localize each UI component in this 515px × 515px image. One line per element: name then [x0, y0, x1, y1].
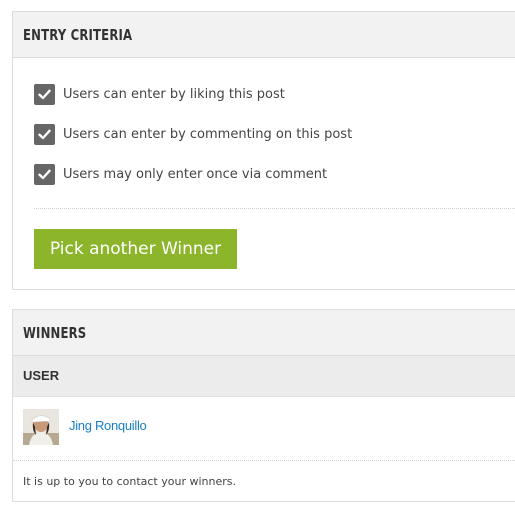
user-avatar[interactable] [23, 409, 59, 445]
entry-criteria-panel: ENTRY CRITERIA Users can enter by liking… [12, 11, 515, 290]
criteria-item-once[interactable]: Users may only enter once via comment [34, 163, 327, 185]
criteria-item-like[interactable]: Users can enter by liking this post [34, 83, 285, 105]
winners-title: WINNERS [23, 324, 87, 342]
winners-panel: WINNERS USER Jing Ronquillo It is up to … [12, 309, 515, 502]
table-header: USER [13, 356, 515, 397]
divider [34, 208, 515, 209]
entry-criteria-header: ENTRY CRITERIA [13, 12, 515, 58]
column-header-user: USER [23, 368, 60, 383]
criteria-item-comment[interactable]: Users can enter by commenting on this po… [34, 123, 352, 145]
checkbox-checked-icon[interactable] [34, 83, 55, 105]
checkbox-checked-icon[interactable] [34, 123, 55, 145]
checkbox-checked-icon[interactable] [34, 163, 55, 185]
winners-header: WINNERS [13, 310, 515, 356]
criteria-label: Users may only enter once via comment [63, 166, 328, 182]
pick-another-winner-button[interactable]: Pick another Winner [34, 229, 237, 269]
criteria-label: Users can enter by liking this post [63, 86, 285, 102]
entry-criteria-title: ENTRY CRITERIA [23, 26, 133, 44]
contact-note: It is up to you to contact your winners. [23, 475, 236, 488]
table-row: Jing Ronquillo [13, 397, 515, 461]
criteria-label: Users can enter by commenting on this po… [63, 126, 353, 142]
winner-name-link[interactable]: Jing Ronquillo [69, 418, 147, 433]
